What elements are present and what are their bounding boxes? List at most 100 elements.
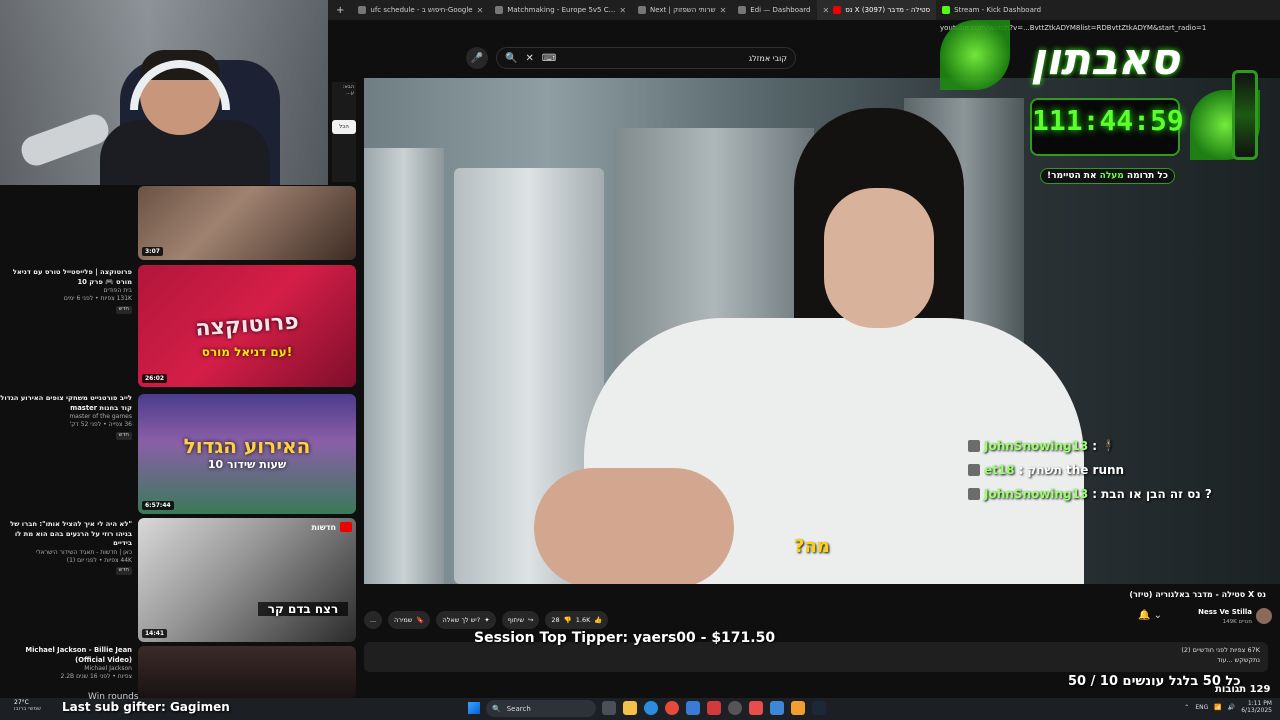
- browser-tab[interactable]: Next | שרותי השפזוק ✕: [632, 0, 732, 20]
- rec-item-text[interactable]: פרוטוקצה | פלייסטייל טורס עם דניאל מורס …: [0, 268, 136, 314]
- up-next-label: הבא: ע...: [342, 84, 354, 96]
- rec-stats: 131K צפיות • לפני 6 ימים: [63, 295, 132, 303]
- close-tab-icon[interactable]: ✕: [619, 6, 626, 15]
- rec-thumbnail[interactable]: האירוע הגדול 10 שעות שידור 6:57:44: [138, 394, 356, 514]
- share-button[interactable]: שיתוף ↪: [501, 611, 540, 629]
- close-tab-icon[interactable]: ✕: [477, 6, 484, 15]
- caption-highlight: מעלה: [1099, 171, 1124, 181]
- search-icon[interactable]: 🔍: [505, 53, 517, 64]
- site-favicon-icon: [638, 6, 647, 14]
- app-icon[interactable]: [770, 701, 784, 715]
- browser-tab-active[interactable]: ✕ נס X סטילה - מדבר (3097): [816, 0, 937, 20]
- browser-tab[interactable]: Matchmaking - Europe 5v5 C... ✕: [489, 0, 632, 20]
- rec-thumbnail[interactable]: 3:07: [138, 186, 356, 260]
- caption-pre: כל תרומה: [1126, 171, 1168, 181]
- video-subtitle: מה?: [794, 536, 830, 557]
- thumb-subtitle: עם דניאל מורס!: [201, 345, 293, 359]
- more-actions-button[interactable]: ...: [364, 611, 382, 629]
- app-icon[interactable]: [791, 701, 805, 715]
- google-favicon-icon: [358, 6, 367, 14]
- thumbs-down-icon[interactable]: 👎: [564, 616, 572, 624]
- obs-icon[interactable]: [728, 701, 742, 715]
- file-explorer-icon[interactable]: [623, 701, 637, 715]
- youtube-search-area: 🎤 קובי אמזלג ⌨ ✕ 🔍: [466, 46, 796, 70]
- taskbar-search[interactable]: 🔍 Search: [486, 700, 596, 717]
- weather-desc: שמשי ברובו: [14, 706, 41, 712]
- tab-label: Matchmaking - Europe 5v5 C...: [507, 6, 616, 14]
- rec-stats: 2.2B צפיות • לפני 16 שנים: [60, 673, 133, 681]
- save-label: שמירה: [394, 616, 413, 624]
- screen: + ufc schedule - חיפוש ב-Google ✕ Matchma…: [0, 0, 1280, 720]
- faceit-favicon-icon: [495, 6, 504, 14]
- browser-tab-bar: + ufc schedule - חיפוש ב-Google ✕ Matchma…: [328, 0, 1280, 20]
- chat-message: JohnSnowing13: נס זה הבן או הבת ?: [968, 482, 1268, 506]
- clock-time: 1:11 PM: [1247, 700, 1272, 707]
- channel-name[interactable]: Ness Ve Stilla: [1198, 608, 1252, 616]
- system-clock[interactable]: 1:11 PM 6/13/2025: [1241, 700, 1272, 714]
- clock-date: 6/13/2025: [1241, 707, 1272, 715]
- new-badge: חדש: [115, 305, 132, 314]
- rec-thumbnail[interactable]: פרוטוקצה עם דניאל מורס! 26:02: [138, 265, 356, 387]
- chrome-icon[interactable]: [665, 701, 679, 715]
- language-indicator[interactable]: ENG: [1195, 704, 1208, 711]
- rec-item-text[interactable]: "לא היה לי איך להציל אותו": חברו של בניה…: [0, 520, 136, 576]
- app-icon[interactable]: [749, 701, 763, 715]
- chat-username: JohnSnowing13: [984, 487, 1089, 501]
- rec-thumbnail[interactable]: חדשות רצח בדם קר 14:41: [138, 518, 356, 642]
- app-icon[interactable]: [707, 701, 721, 715]
- channel-avatar[interactable]: [1256, 608, 1272, 624]
- keyboard-icon[interactable]: ⌨: [542, 53, 556, 64]
- notification-bell-icon[interactable]: 🔔 ⌄: [1138, 610, 1162, 621]
- save-button[interactable]: שמירה 🔖: [388, 611, 431, 629]
- bookmark-icon: 🔖: [416, 616, 425, 624]
- close-tab-icon[interactable]: ✕: [823, 6, 830, 15]
- clear-search-icon[interactable]: ✕: [525, 53, 533, 64]
- weather-widget[interactable]: 27°C שמשי ברובו: [14, 699, 41, 712]
- chat-username: et18: [984, 463, 1015, 477]
- volume-icon[interactable]: 🔊: [1228, 704, 1235, 711]
- windows-start-icon[interactable]: [468, 702, 480, 714]
- tab-label: Edi — Dashboard: [750, 6, 811, 14]
- close-tab-icon[interactable]: ✕: [720, 6, 727, 15]
- tab-label: Stream - Kick Dashboard: [954, 6, 1042, 14]
- tab-label: ufc schedule - חיפוש ב-Google: [370, 6, 473, 14]
- thumbs-up-icon[interactable]: 👍: [594, 616, 602, 624]
- voice-search-icon[interactable]: 🎤: [466, 47, 488, 69]
- ask-label: יש לך שאלה?: [442, 616, 481, 624]
- rec-item-text[interactable]: Michael Jackson - Billie Jean (Official …: [0, 646, 136, 682]
- kick-favicon-icon: [942, 6, 951, 14]
- store-icon[interactable]: [686, 701, 700, 715]
- rec-channel: בית הפודים: [103, 287, 132, 295]
- rec-item-text[interactable]: לייב פורטנייט משחקי צופים האירוע הגדול ק…: [0, 394, 136, 440]
- duration-badge: 3:07: [142, 247, 163, 256]
- tab-label: נס X סטילה - מדבר (3097): [845, 6, 931, 14]
- browser-tab[interactable]: ufc schedule - חיפוש ב-Google ✕: [352, 0, 489, 20]
- filter-chip-all[interactable]: הכל: [332, 120, 356, 134]
- wifi-icon[interactable]: 📶: [1214, 704, 1221, 711]
- video-description[interactable]: 67K צפיות לפני חודשיים (2) נתקשקש ...עוד: [364, 642, 1268, 672]
- browser-tab[interactable]: Edi — Dashboard: [732, 0, 816, 20]
- rec-thumbnail[interactable]: [138, 646, 356, 698]
- like-dislike-button[interactable]: 28 👎 1.6K 👍: [545, 611, 609, 629]
- edge-icon[interactable]: [644, 701, 658, 715]
- windows-taskbar: 27°C שמשי ברובו Win rounds Last sub gift…: [0, 692, 1280, 720]
- new-tab-button[interactable]: +: [328, 5, 352, 16]
- share-label: שיתוף: [507, 616, 524, 624]
- like-count: 1.6K: [575, 616, 591, 624]
- taskbar-search-label: Search: [506, 704, 531, 713]
- task-view-icon[interactable]: [602, 701, 616, 715]
- stream-chat-overlay: JohnSnowing13: 🕴 et18: תשחק the runn JohnS…: [968, 434, 1268, 506]
- thumb-title: פרוטוקצה: [194, 309, 300, 342]
- ask-button[interactable]: יש לך שאלה? ✦: [436, 611, 496, 629]
- channel-row: Ness Ve Stilla 149K מנויים 🔔 ⌄: [1130, 606, 1280, 632]
- steam-icon[interactable]: [812, 701, 826, 715]
- rec-title: Michael Jackson - Billie Jean (Official …: [25, 646, 132, 664]
- news-badge: חדשות: [312, 522, 352, 532]
- browser-tab[interactable]: Stream - Kick Dashboard: [936, 0, 1047, 20]
- chevron-up-icon[interactable]: ⌃: [1184, 704, 1189, 711]
- video-title: נס X סטילה - מדבר באלגוריה (טיזר): [1129, 590, 1266, 599]
- chat-message: et18: תשחק the runn: [968, 458, 1268, 482]
- chat-message: JohnSnowing13: 🕴: [968, 434, 1268, 458]
- subscriber-count: 149K מנויים: [1222, 619, 1252, 625]
- search-input[interactable]: קובי אמזלג ⌨ ✕ 🔍: [496, 47, 796, 69]
